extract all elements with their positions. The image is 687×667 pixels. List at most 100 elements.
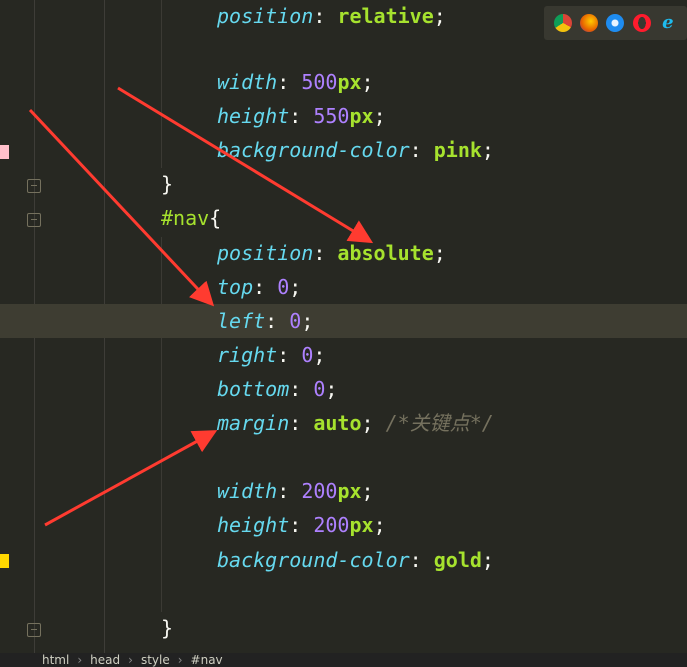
token-pun: : [313, 241, 338, 265]
code-line[interactable]: width: 500px; [0, 65, 687, 99]
token-num: 0 [277, 275, 290, 299]
code-text: position: relative; [217, 0, 446, 33]
code-text: } [161, 167, 173, 201]
token-pun: : [409, 548, 434, 572]
token-prop: margin [217, 411, 290, 435]
token-pun: ; [361, 70, 374, 94]
editor[interactable]: position: relative; width: 500px; height: … [0, 0, 687, 653]
fold-icon[interactable] [27, 179, 41, 193]
code-line[interactable]: background-color: pink; [0, 133, 687, 167]
color-marker-gold [0, 554, 9, 568]
code-line[interactable]: #nav{ [0, 201, 687, 235]
code-line[interactable]: position: absolute; [0, 236, 687, 270]
token-pun: ; [301, 309, 314, 333]
token-pun: : [253, 275, 278, 299]
token-pun: { [209, 206, 222, 230]
token-cmt: /*关键点*/ [385, 411, 494, 435]
breadcrumb-item[interactable]: #nav [191, 653, 223, 667]
code-line[interactable]: } [0, 611, 687, 645]
token-kw: pink [433, 138, 482, 162]
token-unit: px [337, 70, 362, 94]
code-line[interactable]: top: 0; [0, 270, 687, 304]
token-prop: height [217, 513, 290, 537]
token-num: 200 [313, 513, 350, 537]
token-kw: relative [337, 4, 434, 28]
code-text: } [161, 611, 173, 645]
token-num: 0 [313, 377, 326, 401]
token-pun: : [313, 4, 338, 28]
token-prop: top [217, 275, 254, 299]
token-pun: : [277, 343, 302, 367]
firefox-icon[interactable] [580, 14, 599, 32]
token-kw: auto [313, 411, 362, 435]
token-prop: right [217, 343, 278, 367]
token-prop: left [217, 309, 266, 333]
token-kw: gold [433, 548, 482, 572]
breadcrumb-item[interactable]: style [141, 653, 170, 667]
safari-icon[interactable] [606, 14, 625, 32]
token-prop: bottom [217, 377, 290, 401]
chevron-right-icon: › [177, 653, 183, 667]
fold-icon[interactable] [27, 213, 41, 227]
code-line[interactable]: background-color: gold; [0, 543, 687, 577]
code-text: left: 0; [217, 304, 313, 338]
token-pun: ; [361, 479, 374, 503]
token-prop: position [217, 4, 314, 28]
token-prop: background-color [217, 138, 410, 162]
fold-icon[interactable] [27, 623, 41, 637]
ie-icon[interactable]: e [658, 14, 677, 32]
token-pun: ; [361, 411, 386, 435]
token-prop: width [217, 70, 278, 94]
token-pun: : [289, 104, 314, 128]
token-prop: background-color [217, 548, 410, 572]
token-pun: : [289, 377, 314, 401]
code-line[interactable] [0, 577, 687, 611]
code-text: #nav{ [161, 201, 221, 235]
code-line[interactable]: bottom: 0; [0, 372, 687, 406]
code-line[interactable] [0, 440, 687, 474]
code-line-active[interactable]: left: 0; [0, 304, 687, 338]
token-sel: #nav [161, 206, 210, 230]
code-text: width: 200px; [217, 474, 374, 508]
code-text: background-color: gold; [217, 543, 494, 577]
token-num: 0 [289, 309, 302, 333]
breadcrumb: html › head › style › #nav [0, 653, 687, 667]
token-pun: ; [373, 513, 386, 537]
token-kw: absolute [337, 241, 434, 265]
token-unit: px [349, 513, 374, 537]
token-pun: : [265, 309, 290, 333]
browser-preview-toolbar: e [544, 6, 687, 40]
opera-icon[interactable] [632, 14, 651, 32]
token-pun: : [289, 513, 314, 537]
code-line[interactable]: height: 550px; [0, 99, 687, 133]
code-text: width: 500px; [217, 65, 374, 99]
token-prop: height [217, 104, 290, 128]
code-text: bottom: 0; [217, 372, 337, 406]
token-pun: : [289, 411, 314, 435]
token-pun: : [277, 479, 302, 503]
token-num: 0 [301, 343, 314, 367]
breadcrumb-item[interactable]: head [90, 653, 120, 667]
chevron-right-icon: › [128, 653, 133, 667]
code-line[interactable]: height: 200px; [0, 508, 687, 542]
token-unit: px [349, 104, 374, 128]
code-line[interactable]: margin: auto; /*关键点*/ [0, 406, 687, 440]
token-pun: : [409, 138, 434, 162]
token-pun: ; [481, 138, 494, 162]
code-text: height: 550px; [217, 99, 386, 133]
breadcrumb-item[interactable]: html [42, 653, 69, 667]
token-num: 500 [301, 70, 338, 94]
code-text: height: 200px; [217, 508, 386, 542]
token-unit: px [337, 479, 362, 503]
code-line[interactable]: width: 200px; [0, 474, 687, 508]
code-line[interactable]: right: 0; [0, 338, 687, 372]
token-pun: ; [373, 104, 386, 128]
code-text: top: 0; [217, 270, 301, 304]
token-pun: ; [313, 343, 326, 367]
token-pun: ; [481, 548, 494, 572]
token-pun: } [161, 616, 174, 640]
token-pun: } [161, 172, 174, 196]
chrome-icon[interactable] [554, 14, 573, 32]
token-pun: ; [325, 377, 338, 401]
code-line[interactable]: } [0, 167, 687, 201]
